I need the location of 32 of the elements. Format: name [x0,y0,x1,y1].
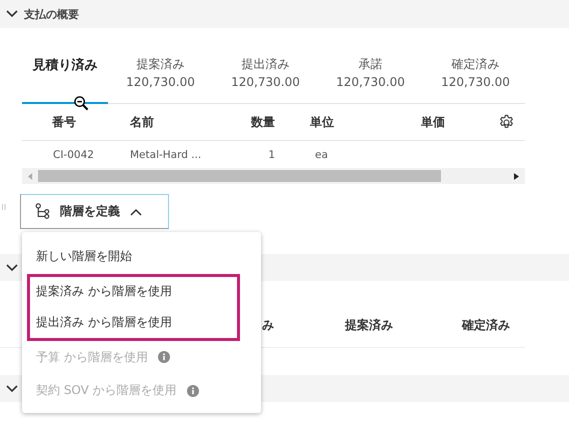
caret-icon [130,208,142,216]
hierarchy-icon [35,203,50,220]
tab[interactable]: 提案済み 120,730.00 [108,50,213,104]
chevron-icon [6,384,18,392]
tab[interactable]: 提出済み 120,730.00 [213,50,318,104]
define-hierarchy-button[interactable]: 階層を定義 [20,194,169,229]
horizontal-scrollbar[interactable] [22,168,525,184]
section-header[interactable]: 支払の概要 [0,0,569,28]
table-cell-text: ea [314,148,329,160]
drag-handle-icon[interactable] [2,204,6,210]
tab[interactable]: 承諾 120,730.00 [318,50,423,104]
column-header: 数量 [250,114,275,130]
settings-icon[interactable] [498,114,515,130]
column-header: 単位 [309,114,335,130]
column-header: 名前 [130,114,155,130]
column-header: 番号 [51,114,77,130]
chevron-icon [6,264,18,272]
column-header: 確定済み [462,317,510,334]
section-title: 支払の概要 [24,6,79,22]
column-header: 単価 [420,114,445,130]
table-cell-text: Metal-Hard ... [130,148,202,160]
tab[interactable]: 確定済み 120,730.00 [423,50,528,104]
menu-item[interactable]: 新しい階層を開始 [27,240,240,274]
scroll-left-icon[interactable] [28,172,33,180]
column-header: み [262,317,274,334]
table-cell-text: CI-0042 [52,148,95,160]
menu-item[interactable]: 提出済み から階層を使用 [27,307,240,340]
table-cell-text: 1 [267,148,275,160]
column-header: 提案済み [345,317,393,334]
zoom-out-cursor-icon [74,96,89,111]
scroll-right-icon[interactable] [514,172,519,180]
menu-item[interactable]: 提案済み から階層を使用 [27,274,240,307]
